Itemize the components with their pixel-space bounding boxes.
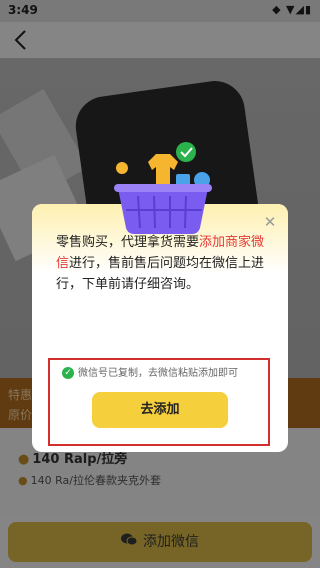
dialog-message: 零售购买，代理拿货需要添加商家微信进行，售前售后问题均在微信上进行，下单前请仔细… — [56, 232, 268, 295]
go-add-button[interactable]: 去添加 — [92, 392, 228, 428]
message-text-after: 进行，售前售后问题均在微信上进行，下单前请仔细咨询。 — [56, 256, 265, 292]
close-icon: ✕ — [263, 213, 277, 231]
copied-notice-text: 微信号已复制，去微信粘贴添加即可 — [78, 368, 238, 379]
check-icon: ✓ — [62, 367, 74, 379]
copied-notice: ✓ 微信号已复制，去微信粘贴添加即可 — [62, 364, 238, 379]
close-button[interactable]: ✕ — [262, 214, 278, 230]
wechat-dialog: ✕ 零售购买，代理拿货需要添加商家微信进行，售前售后问题均在微信上进行，下单前请… — [32, 204, 288, 452]
shopping-basket-icon — [108, 140, 218, 240]
